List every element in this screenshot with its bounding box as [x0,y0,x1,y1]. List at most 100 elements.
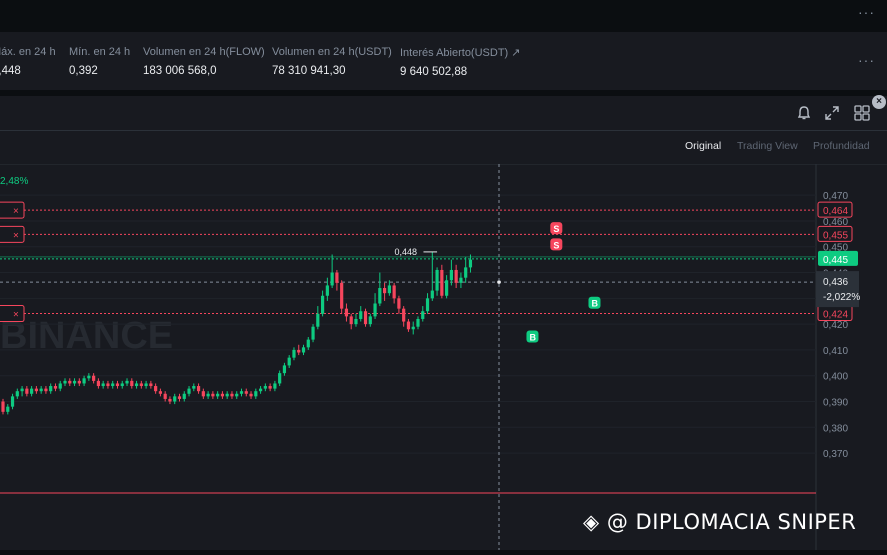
candle-body [58,383,62,389]
candle-body [378,288,382,304]
more-menu-icon[interactable]: ··· [858,52,875,68]
candle-body [263,386,267,389]
candle-body [77,380,81,384]
candle-body [187,388,191,394]
candle-body [144,383,148,387]
candle-body [297,349,301,353]
stat-label[interactable]: Interés Abierto(USDT) ↗ [400,46,520,59]
candle-body [287,357,291,366]
candle-body [464,267,468,278]
candle-body [139,383,143,387]
order-cancel-tag [0,225,25,243]
candle-body [340,282,344,309]
y-tick-label: 0,410 [823,346,848,357]
candle-body [368,316,372,325]
ticker-stats-bar: Máx. en 24 h 0,448 Mín. en 24 h 0,392 Vo… [0,32,887,90]
candle-body [392,285,396,299]
candle-body [177,396,182,399]
stat-value: 0,448 [0,65,21,77]
candle-body [468,259,473,268]
tab-original[interactable]: Original [685,140,721,152]
crosshair-price-label: 0,436 [823,277,848,288]
candle-body [430,290,434,299]
candle-body [445,280,449,296]
chart-canvas[interactable]: BINANCE ××× SSBB0,448 0,4700,4600,4500,4… [0,163,887,550]
candle-body [192,386,196,389]
candle-body [387,285,391,294]
top-bar: ··· [0,0,887,30]
stat-value: 183 006 568,0 [143,65,217,77]
candle-body [230,393,234,397]
price-tag-label: 0,455 [823,230,848,241]
candle-body [1,401,5,412]
expand-icon[interactable] [823,104,841,122]
candle-body [344,308,349,317]
candle-body [359,311,363,319]
candle-body [30,388,34,394]
stat-label: Mín. en 24 h [69,46,131,58]
stat-open-interest[interactable]: Interés Abierto(USDT) ↗ 9 640 502,88 [400,46,520,78]
candle-body [278,373,282,384]
pnl-label: 2,48% [0,176,28,187]
candle-body [239,391,244,394]
candle-body [25,388,29,394]
candle-body [440,269,444,296]
tab-depth[interactable]: Profundidad [813,140,870,152]
candle-body [92,375,96,381]
binance-watermark: BINANCE [0,315,173,357]
candle-body [82,378,86,384]
candle-body [44,388,48,392]
last-price-label: 0,445 [823,255,848,266]
candle-body [196,386,201,392]
candle-body [335,272,339,283]
candle-body [115,383,120,387]
candle-body [154,386,158,392]
y-tick-label: 0,420 [823,320,848,331]
candle-body [273,383,277,389]
candle-body [235,393,239,397]
layout-icon[interactable] [853,104,871,122]
candle-body [254,391,258,397]
order-cancel-tag [0,201,25,219]
candle-body [134,383,139,387]
order-cancel-tag [0,305,25,323]
order-cancel-icon: × [13,310,19,321]
stat-high-24h: Máx. en 24 h 0,448 [0,46,56,77]
candle-body [34,388,38,392]
candle-body [454,269,458,283]
candle-body [220,393,225,397]
tab-trading-view[interactable]: Trading View [737,140,798,152]
price-lines: × × × [0,201,816,323]
candle-body [311,326,315,340]
candle-body [449,269,453,281]
brand-watermark-text: @ DIPLOMACIA SNIPER [606,510,857,534]
candle-body [168,398,172,402]
candlestick-chart[interactable]: BINANCE × × × S S B B 0,448 0,470 0,460 0,450 0,4… [0,163,887,550]
stat-label: Volumen en 24 h(USDT) [272,46,392,58]
stat-value: 78 310 941,30 [272,65,346,77]
candle-body [354,318,358,325]
candle-body [72,380,77,384]
candle-body [63,380,67,384]
candle-body [244,391,248,394]
candle-body [101,383,105,387]
candle-body [301,347,306,353]
more-menu-icon[interactable]: ··· [858,4,875,20]
bell-icon[interactable] [795,104,813,122]
candle-body [397,298,401,309]
candle-body [416,318,420,327]
trade-marker-label: B [591,299,598,309]
stat-label: Volumen en 24 h(FLOW) [143,46,265,58]
candle-body [316,313,320,327]
candle-body [421,311,425,319]
candle-body [249,393,253,397]
candle-body [201,391,205,397]
y-tick-label: 0,390 [823,398,848,409]
close-icon[interactable]: × [872,95,886,109]
stat-volume-usdt: Volumen en 24 h(USDT) 78 310 941,30 [272,46,392,77]
y-tick-label: 0,380 [823,423,848,434]
candle-body [306,339,310,348]
trade-marker-label: S [553,240,559,250]
candle-body [163,393,167,399]
candle-body [149,383,153,387]
